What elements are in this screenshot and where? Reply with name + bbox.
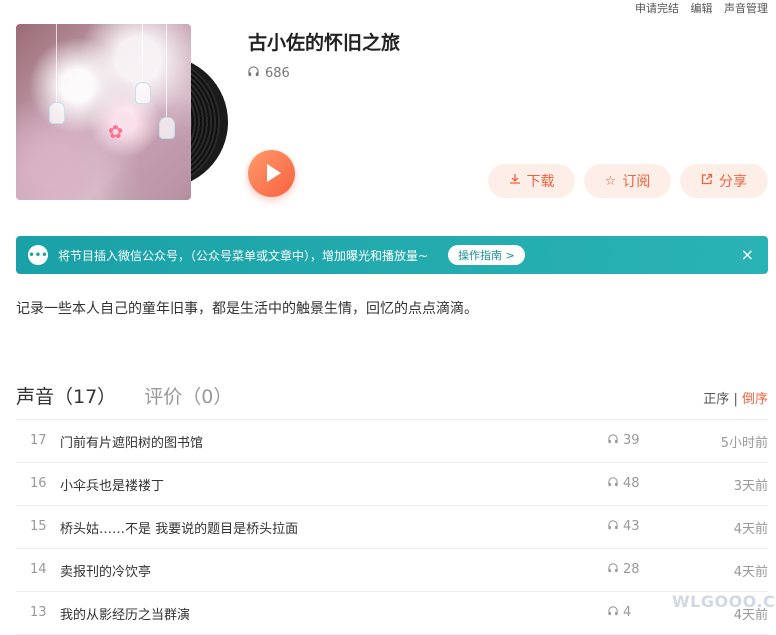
headphone-icon	[608, 606, 618, 619]
track-plays: 43	[608, 519, 640, 534]
headphone-icon	[608, 563, 618, 576]
album-cover-wrap: ✿	[16, 24, 228, 200]
track-play-count: 4	[623, 605, 632, 620]
flower-icon: ✿	[108, 122, 124, 143]
subscribe-button[interactable]: ☆ 订阅	[584, 164, 671, 198]
track-title[interactable]: 门前有片遮阳树的图书馆	[60, 432, 203, 451]
wind-chime-string	[142, 24, 143, 84]
close-icon[interactable]: ×	[741, 245, 754, 264]
track-time: 4天前	[733, 565, 768, 580]
track-time: 4天前	[733, 522, 768, 537]
track-number: 13	[30, 605, 47, 620]
album-title: 古小佐的怀旧之旅	[248, 32, 401, 54]
wechat-banner: ••• 将节目插入微信公众号，（公众号菜单或文章中），增加曝光和播放量~ 操作指…	[16, 236, 768, 274]
sort-controls: 正序 | 倒序	[703, 388, 768, 407]
track-time: 3天前	[733, 479, 768, 494]
track-play-count: 39	[623, 433, 640, 448]
content-tabs: 声音（17） 评价（0）	[16, 382, 254, 409]
top-links: 申请完结 编辑 声音管理	[627, 0, 768, 16]
headphone-icon	[608, 520, 618, 533]
star-icon: ☆	[604, 173, 617, 189]
wind-chime-string	[56, 24, 57, 104]
track-play-count: 43	[623, 519, 640, 534]
wind-chime-icon	[159, 117, 175, 139]
share-label: 分享	[719, 174, 747, 190]
track-plays: 39	[608, 433, 640, 448]
track-number: 15	[30, 519, 47, 534]
wind-chime-icon	[49, 102, 65, 124]
wind-chime-string	[166, 24, 167, 119]
sort-desc-link[interactable]: 倒序	[742, 392, 768, 407]
track-title[interactable]: 我的从影经历之当群演	[60, 604, 190, 623]
track-row[interactable]: 13 我的从影经历之当群演 4 4天前	[16, 592, 768, 635]
album-description: 记录一些本人自己的童年旧事，都是生活中的触景生情，回忆的点点滴滴。	[16, 301, 478, 317]
download-label: 下载	[526, 174, 555, 190]
track-title[interactable]: 卖报刊的冷饮亭	[60, 561, 151, 580]
track-plays: 4	[608, 605, 631, 620]
headphone-icon	[608, 434, 618, 447]
play-count-value: 686	[265, 66, 290, 81]
track-plays: 28	[608, 562, 640, 577]
tab-reviews[interactable]: 评价（0）	[144, 386, 232, 408]
share-button[interactable]: 分享	[680, 164, 768, 198]
tab-sounds[interactable]: 声音（17）	[16, 386, 116, 408]
download-button[interactable]: 下载	[488, 164, 575, 198]
album-play-count: 686	[248, 66, 290, 81]
album-cover[interactable]: ✿	[16, 24, 191, 200]
guide-button[interactable]: 操作指南 >	[448, 245, 525, 265]
wind-chime-icon	[135, 82, 151, 104]
sound-manage-link[interactable]: 声音管理	[724, 2, 768, 15]
track-plays: 48	[608, 476, 640, 491]
track-row[interactable]: 16 小伞兵也是褛褛丁 48 3天前	[16, 463, 768, 506]
subscribe-label: 订阅	[622, 174, 651, 190]
track-number: 17	[30, 433, 47, 448]
edit-link[interactable]: 编辑	[691, 2, 713, 15]
track-number: 14	[30, 562, 47, 577]
track-number: 16	[30, 476, 47, 491]
banner-text: 将节目插入微信公众号，（公众号菜单或文章中），增加曝光和播放量~	[58, 248, 429, 263]
download-icon	[509, 173, 521, 189]
headphone-icon	[248, 66, 259, 81]
headphone-icon	[608, 477, 618, 490]
track-row[interactable]: 15 桥头姑……不是 我要说的题目是桥头拉面 43 4天前	[16, 506, 768, 549]
track-row[interactable]: 17 门前有片遮阳树的图书馆 39 5小时前	[16, 420, 768, 463]
watermark-logo: WLGOOO.COM	[672, 592, 776, 611]
track-play-count: 48	[623, 476, 640, 491]
track-list: 17 门前有片遮阳树的图书馆 39 5小时前 16 小伞兵也是褛褛丁 48 3天…	[16, 419, 768, 635]
sort-asc-link[interactable]: 正序	[703, 392, 729, 407]
track-row[interactable]: 14 卖报刊的冷饮亭 28 4天前	[16, 549, 768, 592]
track-title[interactable]: 桥头姑……不是 我要说的题目是桥头拉面	[60, 518, 298, 537]
chat-bubble-icon: •••	[28, 245, 48, 265]
sort-separator: |	[733, 392, 738, 407]
apply-finish-link[interactable]: 申请完结	[635, 2, 679, 15]
share-icon	[701, 173, 713, 189]
track-title[interactable]: 小伞兵也是褛褛丁	[60, 475, 164, 494]
play-button[interactable]	[248, 150, 295, 197]
track-time: 5小时前	[720, 436, 768, 451]
track-play-count: 28	[623, 562, 640, 577]
